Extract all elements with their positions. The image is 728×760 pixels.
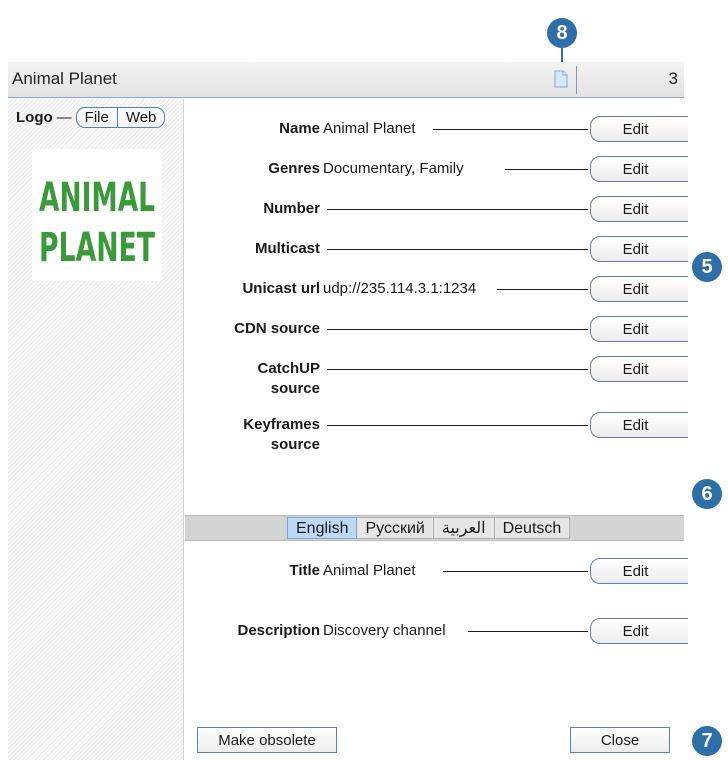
channel-fields-panel: Name Animal Planet Edit Genres Documenta… [185, 99, 688, 760]
logo-text-top: ANIMAL [39, 175, 155, 221]
field-line [505, 169, 588, 170]
field-row-keyframes-source: Keyframes source Edit [185, 412, 688, 459]
logo-web-button[interactable]: Web [116, 108, 165, 127]
edit-cdn-source-button[interactable]: Edit [590, 316, 688, 342]
logo-source-toggle: File Web [75, 107, 166, 128]
logo-file-button[interactable]: File [77, 108, 117, 127]
field-line [327, 209, 588, 210]
tab-english[interactable]: English [287, 517, 358, 539]
field-label-keyframes-source: Keyframes source [243, 415, 320, 455]
logo-text-bottom: PLANET [39, 225, 155, 271]
document-icon[interactable] [554, 70, 568, 88]
field-row-catchup-source: CatchUP source Edit [185, 356, 688, 403]
logo-panel: Logo — File Web ANIMAL PLANET [8, 99, 184, 760]
edit-number-button[interactable]: Edit [590, 196, 688, 222]
tab-arabic[interactable]: العربية [433, 517, 495, 539]
title-bar: Animal Planet 3 [8, 62, 684, 98]
animal-planet-logo-image: ANIMAL PLANET [39, 175, 155, 271]
field-label-keyframes-line1: Keyframes [243, 416, 320, 433]
make-obsolete-button[interactable]: Make obsolete [197, 727, 337, 753]
logo-row: Logo — File Web [16, 107, 166, 128]
field-row-title: Title Animal Planet Edit [185, 558, 688, 591]
logo-dash: — [56, 109, 72, 126]
window-title: Animal Planet [12, 69, 117, 88]
field-label-cdn-source: CDN source [234, 320, 320, 337]
channel-count: 3 [668, 69, 678, 88]
field-line [443, 571, 588, 572]
tab-german[interactable]: Deutsch [494, 517, 571, 539]
field-value-genres: Documentary, Family [323, 160, 464, 177]
field-label-title: Title [289, 562, 320, 579]
logo-label: Logo [16, 109, 53, 126]
field-value-description: Discovery channel [323, 622, 446, 639]
edit-description-button[interactable]: Edit [590, 618, 688, 644]
annotation-marker-5: 5 [692, 252, 722, 282]
field-value-title: Animal Planet [323, 562, 416, 579]
field-label-genres: Genres [268, 160, 320, 177]
field-line [327, 329, 588, 330]
field-line [327, 249, 588, 250]
language-tabs: English Русский العربية Deutsch [287, 517, 571, 539]
field-row-name: Name Animal Planet Edit [185, 116, 688, 149]
edit-keyframes-source-button[interactable]: Edit [590, 412, 688, 438]
field-line [497, 289, 588, 290]
annotation-marker-8: 8 [547, 18, 577, 48]
field-label-catchup-source: CatchUP source [257, 359, 320, 399]
field-label-name: Name [279, 120, 320, 137]
edit-catchup-source-button[interactable]: Edit [590, 356, 688, 382]
language-bar: English Русский العربية Deutsch [185, 515, 684, 541]
field-line [433, 129, 588, 130]
field-label-number: Number [263, 200, 320, 217]
field-row-genres: Genres Documentary, Family Edit [185, 156, 688, 189]
field-row-number: Number Edit [185, 196, 688, 229]
edit-unicast-url-button[interactable]: Edit [590, 276, 688, 302]
channel-logo: ANIMAL PLANET [32, 149, 162, 281]
field-line [468, 631, 588, 632]
field-row-cdn-source: CDN source Edit [185, 316, 688, 349]
field-label-catchup-line2: source [270, 380, 320, 397]
edit-multicast-button[interactable]: Edit [590, 236, 688, 262]
field-line [327, 369, 588, 370]
annotation-marker-6: 6 [692, 479, 722, 509]
field-value-name: Animal Planet [323, 120, 416, 137]
tab-russian[interactable]: Русский [357, 517, 434, 539]
field-label-description: Description [237, 622, 320, 639]
field-row-description: Description Discovery channel Edit [185, 618, 688, 651]
field-label-multicast: Multicast [254, 240, 320, 257]
edit-title-button[interactable]: Edit [590, 558, 688, 584]
title-separator [576, 66, 577, 94]
field-row-multicast: Multicast Edit [185, 236, 688, 269]
field-label-catchup-line1: CatchUP [257, 360, 320, 377]
field-row-unicast-url: Unicast url udp://235.114.3.1:1234 Edit [185, 276, 688, 309]
field-value-unicast-url: udp://235.114.3.1:1234 [323, 280, 477, 297]
annotation-marker-7: 7 [692, 726, 722, 756]
channel-editor-window: Animal Planet 3 Logo — File Web ANIMAL P… [8, 62, 688, 760]
field-label-unicast-url: Unicast url [242, 280, 320, 297]
edit-name-button[interactable]: Edit [590, 116, 688, 142]
edit-genres-button[interactable]: Edit [590, 156, 688, 182]
field-line [327, 425, 588, 426]
close-button[interactable]: Close [570, 727, 670, 753]
field-label-keyframes-line2: source [270, 436, 320, 453]
